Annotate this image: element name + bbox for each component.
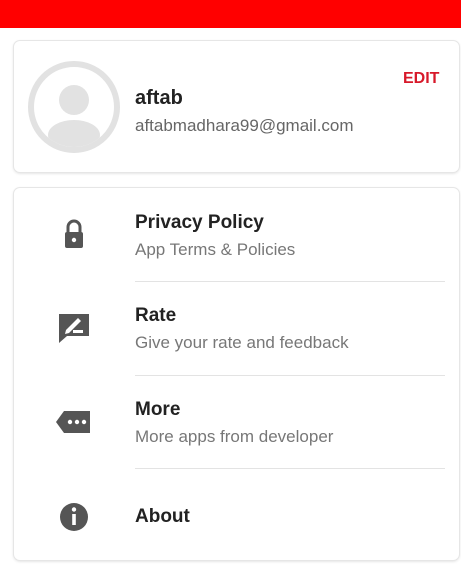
menu-item-subtitle: Give your rate and feedback [135, 333, 349, 352]
menu-item-rate[interactable]: Rate Give your rate and feedback [14, 282, 459, 376]
info-icon [60, 503, 88, 531]
rate-review-icon [59, 314, 89, 343]
status-bar [0, 0, 461, 28]
menu-item-more[interactable]: More More apps from developer [14, 376, 459, 470]
menu-item-about[interactable]: About [14, 469, 459, 563]
profile-name: aftab [135, 87, 183, 109]
profile-email: aftabmadhara99@gmail.com [135, 116, 354, 135]
avatar [28, 61, 120, 153]
menu-card: Privacy Policy App Terms & Policies Rate… [14, 188, 459, 560]
menu-item-title: More [135, 399, 181, 420]
lock-icon [65, 219, 83, 248]
menu-item-title: About [135, 506, 190, 527]
menu-item-privacy-policy[interactable]: Privacy Policy App Terms & Policies [14, 188, 459, 282]
menu-item-subtitle: More apps from developer [135, 427, 334, 446]
menu-item-title: Rate [135, 305, 177, 326]
more-label-icon [56, 411, 90, 433]
profile-card: aftab aftabmadhara99@gmail.com EDIT [14, 41, 459, 172]
menu-item-subtitle: App Terms & Policies [135, 240, 296, 259]
menu-item-title: Privacy Policy [135, 212, 264, 233]
edit-button[interactable]: EDIT [403, 70, 439, 88]
person-placeholder-icon [48, 85, 100, 147]
